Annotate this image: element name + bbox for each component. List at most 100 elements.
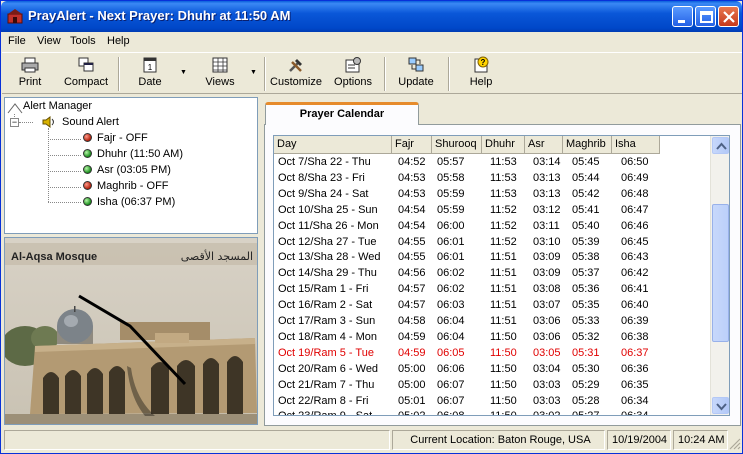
tree-item-label: Asr (03:05 PM) bbox=[97, 164, 171, 176]
cell-shurooq: 05:59 bbox=[437, 187, 465, 200]
cell-fajr: 05:01 bbox=[398, 394, 426, 407]
cell-asr: 03:02 bbox=[533, 409, 561, 415]
vertical-scrollbar[interactable] bbox=[710, 136, 729, 415]
cell-asr: 03:04 bbox=[533, 362, 561, 375]
tree-group-sound-alert[interactable]: Sound Alert bbox=[62, 116, 119, 128]
cell-maghrib: 05:42 bbox=[572, 187, 600, 200]
minimize-icon bbox=[678, 20, 685, 23]
options-button[interactable]: Options bbox=[332, 56, 374, 92]
cell-fajr: 04:57 bbox=[398, 299, 426, 312]
tree-item-label: Fajr - OFF bbox=[97, 132, 148, 144]
cell-asr: 03:08 bbox=[533, 283, 561, 296]
cell-maghrib: 05:27 bbox=[572, 409, 600, 415]
status-on-icon bbox=[83, 197, 92, 206]
help-label: Help bbox=[469, 76, 493, 88]
views-button[interactable]: Views bbox=[202, 56, 238, 92]
menu-view[interactable]: View bbox=[37, 35, 61, 47]
cell-day: Oct 21/Ram 7 - Thu bbox=[278, 378, 375, 391]
update-button[interactable]: Update bbox=[396, 56, 436, 92]
cell-asr: 03:03 bbox=[533, 394, 561, 407]
cell-maghrib: 05:28 bbox=[572, 394, 600, 407]
cell-maghrib: 05:40 bbox=[572, 219, 600, 232]
minimize-button[interactable] bbox=[672, 6, 693, 27]
cell-fajr: 04:55 bbox=[398, 251, 426, 264]
cell-shurooq: 06:04 bbox=[437, 315, 465, 327]
cell-isha: 06:45 bbox=[621, 235, 649, 248]
tree-root-alert-manager[interactable]: Alert Manager bbox=[23, 100, 92, 112]
cell-shurooq: 06:05 bbox=[437, 346, 465, 359]
cell-asr: 03:11 bbox=[533, 219, 560, 232]
column-header-day[interactable]: Day bbox=[274, 136, 392, 154]
column-header-dhuhr[interactable]: Dhuhr bbox=[482, 136, 525, 154]
cell-dhuhr: 11:52 bbox=[490, 219, 517, 232]
column-header-fajr[interactable]: Fajr bbox=[392, 136, 432, 154]
alert-manager-icon bbox=[7, 103, 23, 114]
cell-shurooq: 06:03 bbox=[437, 299, 465, 312]
tree-item-maghrib[interactable]: Maghrib - OFF bbox=[83, 180, 169, 192]
tree-connector bbox=[48, 155, 81, 156]
cell-dhuhr: 11:50 bbox=[490, 346, 517, 359]
scroll-down-button[interactable] bbox=[712, 397, 729, 414]
tree-item-fajr[interactable]: Fajr - OFF bbox=[83, 132, 148, 144]
scroll-thumb[interactable] bbox=[712, 204, 729, 342]
title-bar[interactable]: PrayAlert - Next Prayer: Dhuhr at 11:50 … bbox=[1, 1, 742, 32]
collapse-toggle-icon[interactable]: − bbox=[10, 118, 19, 127]
maximize-icon bbox=[700, 11, 713, 23]
cell-shurooq: 06:06 bbox=[437, 362, 465, 375]
svg-text:?: ? bbox=[481, 58, 486, 67]
cell-isha: 06:50 bbox=[621, 156, 649, 168]
column-header-maghrib[interactable]: Maghrib bbox=[563, 136, 612, 154]
column-header-asr[interactable]: Asr bbox=[525, 136, 563, 154]
date-dropdown-arrow-icon[interactable]: ▼ bbox=[180, 69, 187, 76]
calendar-icon: 1 bbox=[143, 57, 157, 73]
cell-asr: 03:13 bbox=[533, 171, 561, 184]
cell-dhuhr: 11:50 bbox=[490, 409, 517, 415]
cell-shurooq: 05:57 bbox=[437, 156, 465, 168]
print-button[interactable]: Print bbox=[14, 56, 46, 92]
al-aqsa-mosque-picture: Al-Aqsa Mosque المسجد الأقصى bbox=[5, 238, 257, 424]
cell-day: Oct 11/Sha 26 - Mon bbox=[278, 219, 379, 232]
tab-prayer-calendar[interactable]: Prayer Calendar bbox=[265, 102, 419, 125]
tree-item-label: Dhuhr (11:50 AM) bbox=[97, 148, 184, 160]
tree-item-isha[interactable]: Isha (06:37 PM) bbox=[83, 196, 175, 208]
status-panel-empty bbox=[4, 430, 390, 450]
cell-isha: 06:47 bbox=[621, 203, 649, 216]
menu-help[interactable]: Help bbox=[107, 35, 130, 47]
tree-item-label: Isha (06:37 PM) bbox=[97, 196, 176, 208]
close-button[interactable] bbox=[718, 6, 739, 27]
resize-grip-icon[interactable] bbox=[729, 438, 741, 450]
tree-item-asr[interactable]: Asr (03:05 PM) bbox=[83, 164, 171, 176]
svg-text:1: 1 bbox=[148, 63, 153, 72]
cell-asr: 03:09 bbox=[533, 251, 561, 264]
menu-tools[interactable]: Tools bbox=[70, 35, 96, 47]
views-dropdown-arrow-icon[interactable]: ▼ bbox=[250, 69, 257, 76]
customize-button[interactable]: Customize bbox=[270, 56, 322, 92]
menu-file[interactable]: File bbox=[8, 35, 26, 47]
cell-isha: 06:39 bbox=[621, 315, 649, 327]
tree-item-label: Maghrib - OFF bbox=[97, 180, 169, 192]
cell-fajr: 04:53 bbox=[398, 171, 426, 184]
cell-shurooq: 06:02 bbox=[437, 283, 465, 296]
cell-dhuhr: 11:52 bbox=[490, 203, 517, 216]
compact-button[interactable]: Compact bbox=[62, 56, 110, 92]
compact-label: Compact bbox=[63, 76, 109, 88]
cell-day: Oct 7/Sha 22 - Thu bbox=[278, 156, 371, 168]
scroll-up-button[interactable] bbox=[712, 137, 729, 154]
column-header-shurooq[interactable]: Shurooq bbox=[432, 136, 482, 154]
cell-day: Oct 12/Sha 27 - Tue bbox=[278, 235, 377, 248]
arrow-up-icon bbox=[716, 142, 727, 150]
tree-connector bbox=[48, 171, 81, 172]
cell-isha: 06:41 bbox=[621, 283, 649, 296]
maximize-button[interactable] bbox=[695, 6, 716, 27]
cell-maghrib: 05:44 bbox=[572, 171, 600, 184]
cell-shurooq: 06:08 bbox=[437, 409, 465, 415]
date-button[interactable]: 1 Date bbox=[135, 56, 165, 92]
cell-dhuhr: 11:50 bbox=[490, 378, 517, 391]
cell-isha: 06:35 bbox=[621, 378, 649, 391]
cell-day: Oct 17/Ram 3 - Sun bbox=[278, 315, 376, 327]
tree-item-dhuhr[interactable]: Dhuhr (11:50 AM) bbox=[83, 148, 183, 160]
tree-connector bbox=[48, 139, 81, 140]
help-button[interactable]: ? Help bbox=[466, 56, 496, 92]
cell-isha: 06:43 bbox=[621, 251, 649, 264]
column-header-isha[interactable]: Isha bbox=[612, 136, 660, 154]
